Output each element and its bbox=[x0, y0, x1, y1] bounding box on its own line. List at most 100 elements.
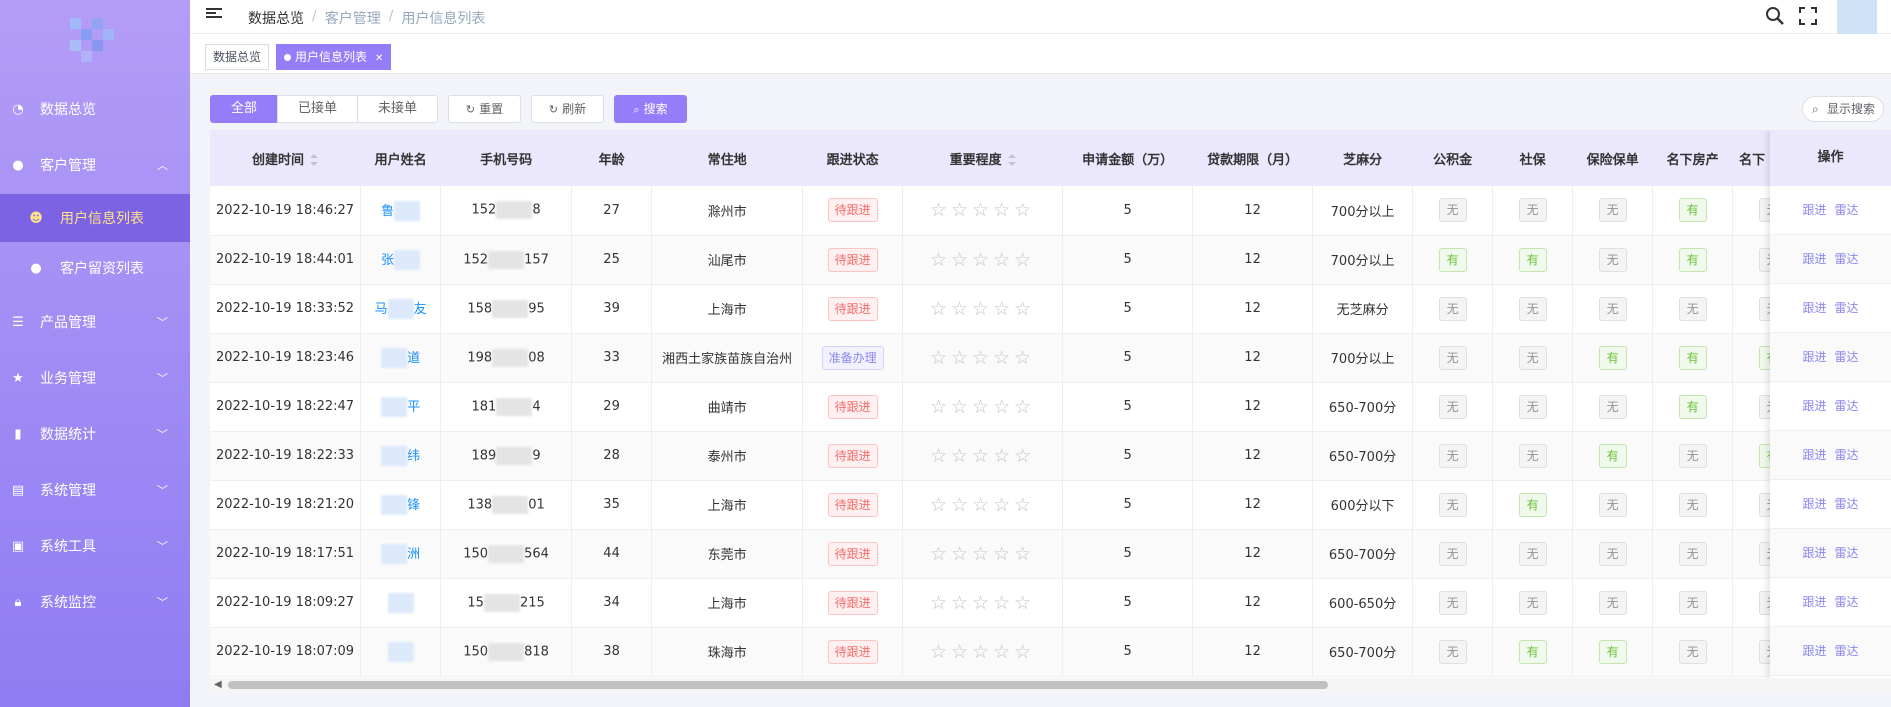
scrollbar-thumb[interactable] bbox=[228, 681, 1328, 689]
term-cell: 12 bbox=[1192, 186, 1314, 236]
importance-cell[interactable]: ☆☆☆☆☆ bbox=[902, 578, 1064, 628]
radar-link[interactable]: 雷达 bbox=[1835, 252, 1859, 266]
star-rating-icon[interactable]: ☆☆☆☆☆ bbox=[930, 641, 1035, 663]
column-header[interactable]: 创建时间 bbox=[210, 130, 362, 186]
sidebar-item-overview[interactable]: ◔ 数据总览 bbox=[0, 85, 190, 133]
sidebar-item-product-mgmt[interactable]: ☰ 产品管理 ﹀ bbox=[0, 298, 190, 346]
importance-cell[interactable]: ☆☆☆☆☆ bbox=[902, 431, 1064, 481]
user-name-cell[interactable]: 马友 bbox=[360, 284, 442, 334]
user-name-cell[interactable] bbox=[360, 627, 442, 677]
city-cell: 珠海市 bbox=[651, 627, 804, 677]
radar-link[interactable]: 雷达 bbox=[1835, 546, 1859, 560]
user-name-cell[interactable]: 纬 bbox=[360, 431, 442, 481]
status-badge: 有 bbox=[1438, 247, 1467, 272]
user-name-cell[interactable]: 道 bbox=[360, 333, 442, 383]
scroll-left-icon[interactable]: ◀ bbox=[214, 679, 222, 690]
follow-link[interactable]: 跟进 bbox=[1802, 252, 1826, 266]
filter-taken-button[interactable]: 已接单 bbox=[277, 95, 358, 123]
term-cell: 12 bbox=[1192, 382, 1314, 432]
search-button[interactable]: ⌕ 搜索 bbox=[614, 95, 687, 123]
follow-link[interactable]: 跟进 bbox=[1802, 203, 1826, 217]
follow-link[interactable]: 跟进 bbox=[1802, 497, 1826, 511]
search-icon[interactable] bbox=[1765, 6, 1785, 26]
bx-cell: 无 bbox=[1572, 186, 1654, 236]
refresh-button[interactable]: ↻ 刷新 bbox=[531, 95, 604, 123]
zhima-cell: 700分以上 bbox=[1312, 186, 1414, 236]
star-rating-icon[interactable]: ☆☆☆☆☆ bbox=[930, 199, 1035, 221]
importance-cell[interactable]: ☆☆☆☆☆ bbox=[902, 480, 1064, 530]
radar-link[interactable]: 雷达 bbox=[1835, 301, 1859, 315]
sidebar-item-system-tools[interactable]: ▣ 系统工具 ﹀ bbox=[0, 522, 190, 570]
importance-cell[interactable]: ☆☆☆☆☆ bbox=[902, 382, 1064, 432]
filter-untaken-button[interactable]: 未接单 bbox=[357, 95, 438, 123]
filter-all-button[interactable]: 全部 bbox=[210, 95, 278, 123]
star-rating-icon[interactable]: ☆☆☆☆☆ bbox=[930, 347, 1035, 369]
user-name-cell[interactable]: 锋 bbox=[360, 480, 442, 530]
user-name-cell[interactable] bbox=[360, 578, 442, 628]
radar-link[interactable]: 雷达 bbox=[1835, 203, 1859, 217]
close-icon[interactable]: ✕ bbox=[375, 53, 383, 64]
status-badge: 无 bbox=[1438, 394, 1467, 419]
radar-link[interactable]: 雷达 bbox=[1835, 448, 1859, 462]
follow-link[interactable]: 跟进 bbox=[1802, 644, 1826, 658]
bx-cell: 有 bbox=[1572, 627, 1654, 677]
follow-link[interactable]: 跟进 bbox=[1802, 399, 1826, 413]
user-name-cell[interactable]: 平 bbox=[360, 382, 442, 432]
status-badge: 无 bbox=[1518, 394, 1547, 419]
importance-cell[interactable]: ☆☆☆☆☆ bbox=[902, 333, 1064, 383]
user-name-cell[interactable]: 张 bbox=[360, 235, 442, 285]
importance-cell[interactable]: ☆☆☆☆☆ bbox=[902, 284, 1064, 334]
tag-user-info-list[interactable]: 用户信息列表 ✕ bbox=[276, 44, 392, 70]
radar-link[interactable]: 雷达 bbox=[1835, 350, 1859, 364]
importance-cell[interactable]: ☆☆☆☆☆ bbox=[902, 627, 1064, 677]
star-rating-icon[interactable]: ☆☆☆☆☆ bbox=[930, 592, 1035, 614]
radar-link[interactable]: 雷达 bbox=[1835, 644, 1859, 658]
sidebar-item-customer-mgmt[interactable]: ● 客户管理 ︿ bbox=[0, 141, 190, 189]
star-rating-icon[interactable]: ☆☆☆☆☆ bbox=[930, 543, 1035, 565]
sidebar-item-statistics[interactable]: ▮ 数据统计 ﹀ bbox=[0, 410, 190, 458]
sb-cell: 无 bbox=[1492, 382, 1574, 432]
sidebar-item-system-monitor[interactable]: 🔒︎ 系统监控 ﹀ bbox=[0, 578, 190, 626]
search-icon: ⌕ bbox=[1812, 102, 1819, 116]
show-search-button[interactable]: ⌕ 显示搜索 bbox=[1802, 96, 1884, 122]
tag-overview[interactable]: 数据总览 bbox=[205, 44, 270, 70]
radar-link[interactable]: 雷达 bbox=[1835, 595, 1859, 609]
star-rating-icon[interactable]: ☆☆☆☆☆ bbox=[930, 494, 1035, 516]
hamburger-icon[interactable] bbox=[206, 6, 222, 22]
radar-link[interactable]: 雷达 bbox=[1835, 399, 1859, 413]
bar-chart-icon: ▮ bbox=[14, 426, 22, 442]
star-rating-icon[interactable]: ☆☆☆☆☆ bbox=[930, 445, 1035, 467]
chevron-down-icon: ﹀ bbox=[157, 428, 168, 441]
sort-icon[interactable] bbox=[1007, 154, 1016, 166]
column-header[interactable]: 重要程度 bbox=[902, 130, 1064, 186]
sidebar-item-user-info-list[interactable]: ☻ 用户信息列表 bbox=[0, 194, 190, 242]
user-name-cell[interactable]: 洲 bbox=[360, 529, 442, 579]
sort-icon[interactable] bbox=[310, 154, 319, 166]
star-rating-icon[interactable]: ☆☆☆☆☆ bbox=[930, 396, 1035, 418]
importance-cell[interactable]: ☆☆☆☆☆ bbox=[902, 235, 1064, 285]
sidebar-item-customer-leads[interactable]: ● 客户留资列表 bbox=[0, 244, 190, 292]
follow-link[interactable]: 跟进 bbox=[1802, 301, 1826, 315]
follow-link[interactable]: 跟进 bbox=[1802, 350, 1826, 364]
radar-link[interactable]: 雷达 bbox=[1835, 497, 1859, 511]
sidebar-item-business-mgmt[interactable]: ★ 业务管理 ﹀ bbox=[0, 354, 190, 402]
follow-status-cell: 待跟进 bbox=[802, 235, 904, 285]
breadcrumb-item[interactable]: 数据总览 bbox=[248, 8, 304, 28]
phone-cell: 150 818 bbox=[440, 627, 573, 677]
follow-link[interactable]: 跟进 bbox=[1802, 546, 1826, 560]
importance-cell[interactable]: ☆☆☆☆☆ bbox=[902, 529, 1064, 579]
star-rating-icon[interactable]: ☆☆☆☆☆ bbox=[930, 298, 1035, 320]
follow-link[interactable]: 跟进 bbox=[1802, 595, 1826, 609]
user-name-cell[interactable]: 鲁 bbox=[360, 186, 442, 236]
follow-link[interactable]: 跟进 bbox=[1802, 448, 1826, 462]
created-time-cell: 2022-10-19 18:46:27 bbox=[210, 186, 362, 236]
sb-cell: 无 bbox=[1492, 186, 1574, 236]
sidebar-item-system-mgmt[interactable]: ▤ 系统管理 ﹀ bbox=[0, 466, 190, 514]
fullscreen-icon[interactable] bbox=[1798, 6, 1818, 26]
importance-cell[interactable]: ☆☆☆☆☆ bbox=[902, 186, 1064, 236]
star-rating-icon[interactable]: ☆☆☆☆☆ bbox=[930, 249, 1035, 271]
fc-cell: 有 bbox=[1652, 186, 1734, 236]
horizontal-scrollbar[interactable]: ◀ bbox=[210, 678, 1891, 692]
breadcrumb-item[interactable]: 客户管理 bbox=[325, 8, 381, 28]
reset-button[interactable]: ↻ 重置 bbox=[448, 95, 521, 123]
